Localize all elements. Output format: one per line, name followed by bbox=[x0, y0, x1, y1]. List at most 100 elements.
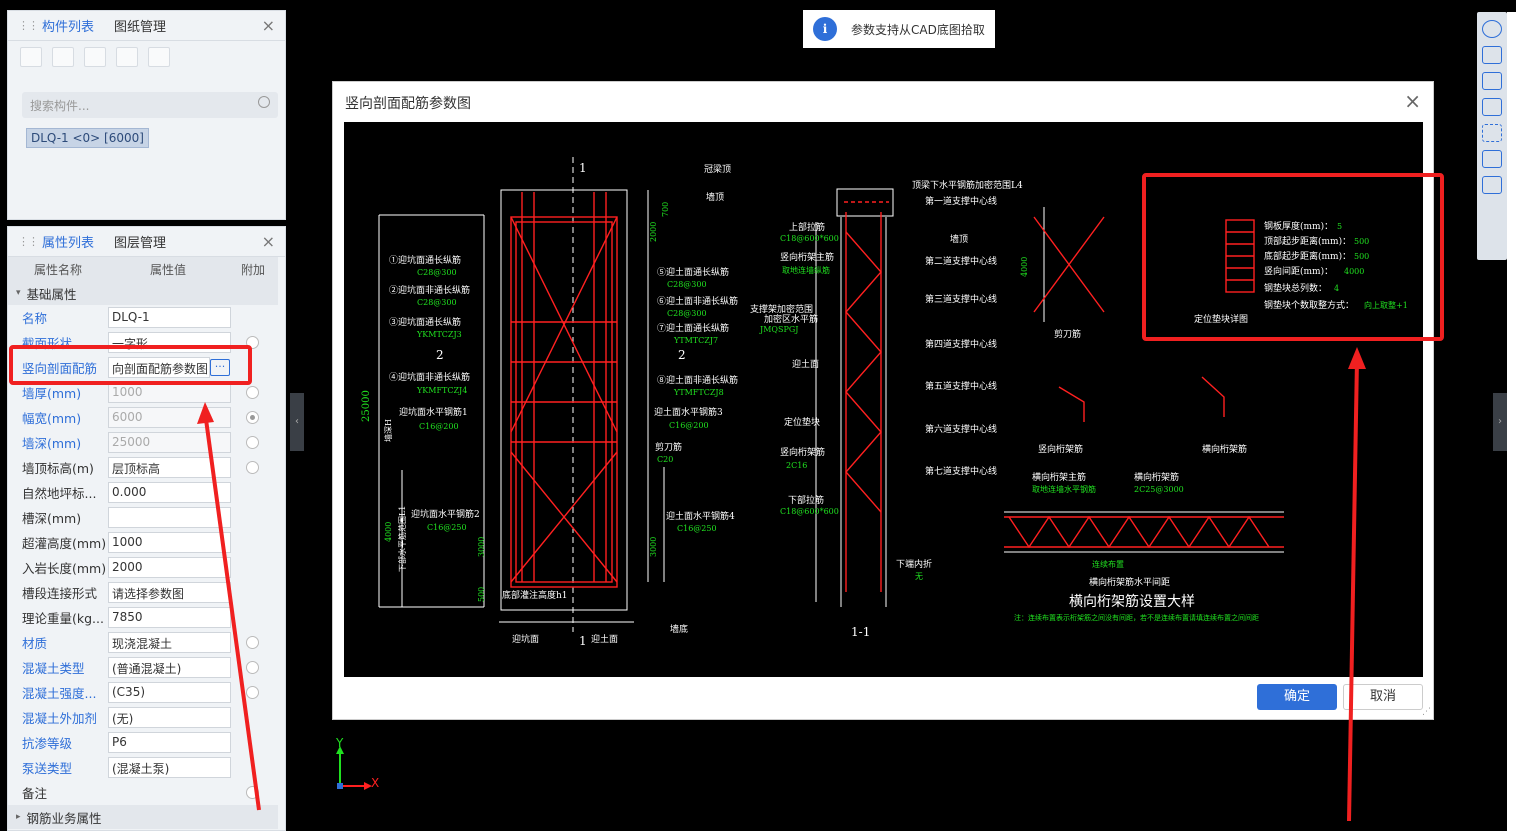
cad-dim: 4000 bbox=[384, 522, 393, 542]
cad-value: 2C25@3000 bbox=[1134, 485, 1184, 494]
collapse-right-handle[interactable]: › bbox=[1493, 393, 1507, 451]
search-placeholder: 搜索构件... bbox=[30, 99, 90, 113]
annotation-arrow-left bbox=[197, 402, 261, 811]
cad-label: ③迎坑面通长纵筋 bbox=[389, 316, 461, 328]
cad-dim: 3000 bbox=[477, 537, 486, 557]
cad-label: 底部灌注高度h1 bbox=[502, 589, 568, 601]
cad-label: 墙顶 bbox=[706, 191, 724, 203]
tab-layer-management[interactable]: 图层管理 bbox=[114, 232, 166, 251]
cad-dim: 2000 bbox=[649, 222, 658, 242]
cad-label: 迎土面水平钢筋3 bbox=[654, 406, 723, 418]
prop-name: 入岩长度(mm) bbox=[22, 561, 107, 576]
collapse-left-handle[interactable]: ‹ bbox=[290, 393, 304, 451]
list-icon[interactable] bbox=[1482, 176, 1502, 194]
cad-label: 竖向桁架筋 bbox=[780, 446, 825, 458]
cube-icon[interactable] bbox=[1482, 72, 1502, 90]
cad-label: 定位垫块 bbox=[784, 416, 820, 428]
drag-grip-icon[interactable]: ⋮⋮ bbox=[18, 235, 39, 248]
cad-label: 下部拉筋 bbox=[788, 494, 824, 506]
cad-label: 第六道支撑中心线 bbox=[925, 423, 997, 435]
header-name: 属性名称 bbox=[34, 262, 83, 277]
cad-label: ②迎坑面非通长纵筋 bbox=[389, 284, 470, 296]
prop-name: 抗渗等级 bbox=[22, 736, 73, 751]
prop-name: 墙厚(mm) bbox=[22, 386, 82, 401]
header-extra: 附加 bbox=[241, 262, 266, 277]
cad-label: 竖向桁架筋 bbox=[1038, 443, 1083, 455]
cad-label: 墙深H bbox=[383, 419, 393, 442]
copy-icon[interactable] bbox=[52, 47, 74, 67]
close-icon[interactable]: × bbox=[262, 232, 275, 251]
attach-radio[interactable] bbox=[246, 386, 259, 399]
window-edge bbox=[1507, 12, 1516, 831]
axis-x-label: X bbox=[371, 776, 380, 790]
cad-value: YKMTCZJ3 bbox=[416, 330, 462, 339]
prop-name: 槽深(mm) bbox=[22, 511, 82, 526]
tab-component-list[interactable]: 构件列表 bbox=[42, 16, 94, 35]
cad-title: 横向桁架筋设置大样 bbox=[1069, 593, 1195, 610]
info-toast: i 参数支持从CAD底图拾取 bbox=[803, 10, 995, 48]
save-icon[interactable] bbox=[116, 47, 138, 67]
search-icon[interactable] bbox=[258, 96, 270, 108]
cad-dim: 25000 bbox=[361, 390, 372, 422]
tab-drawing-management[interactable]: 图纸管理 bbox=[114, 16, 166, 35]
section-rebar-label: 钢筋业务属性 bbox=[26, 810, 102, 826]
search-input[interactable]: 搜索构件... bbox=[22, 92, 278, 118]
cad-label: 迎坑面水平钢筋2 bbox=[411, 508, 480, 520]
cad-value: 取地连墙纵筋 bbox=[782, 265, 830, 275]
cad-value: C20 bbox=[657, 455, 673, 464]
cad-value: YTMFTCZJ8 bbox=[673, 388, 724, 397]
cad-label: 墙顶 bbox=[950, 233, 968, 245]
cad-label: 1-1 bbox=[851, 625, 870, 639]
tab-property-list[interactable]: 属性列表 bbox=[42, 232, 94, 251]
cad-value: YKMFTCZJ4 bbox=[416, 386, 467, 395]
cad-label: 竖向桁架主筋 bbox=[780, 251, 834, 263]
more-icon[interactable] bbox=[148, 47, 170, 67]
cad-label: 第二道支撑中心线 bbox=[925, 255, 997, 267]
cad-label: 支撑架加密范围 bbox=[750, 303, 813, 315]
cad-value: YTMTCZJ7 bbox=[673, 336, 718, 345]
resize-grip-icon[interactable]: ⋰ bbox=[1422, 707, 1431, 717]
box-icon[interactable] bbox=[1482, 150, 1502, 168]
fit-view-icon[interactable] bbox=[1482, 124, 1502, 142]
component-item[interactable]: DLQ-1 <0> [6000] bbox=[26, 128, 149, 148]
cad-label: 顶梁下水平钢筋加密范围L4 bbox=[912, 179, 1023, 191]
delete-icon[interactable] bbox=[84, 47, 106, 67]
cad-label: 迎土面水平钢筋4 bbox=[666, 510, 735, 522]
prop-value[interactable]: DLQ-1 bbox=[108, 307, 231, 328]
dialog-title: 竖向剖面配筋参数图 bbox=[345, 96, 471, 112]
close-icon[interactable]: × bbox=[1404, 89, 1421, 113]
cad-label: 下部水平筋范围L1 bbox=[397, 506, 407, 572]
cad-dim: 4000 bbox=[1020, 257, 1029, 277]
cad-label: 迎土面 bbox=[792, 358, 819, 370]
cad-label: 加密区水平筋 bbox=[764, 313, 818, 325]
cad-value: C16@250 bbox=[427, 523, 467, 532]
scrollbar[interactable] bbox=[285, 267, 286, 807]
property-tabbar: ⋮⋮ 属性列表 图层管理 × bbox=[8, 227, 285, 257]
cad-label: 迎坑面 bbox=[512, 633, 539, 645]
cad-note: 注：连续布置表示桁架筋之间没有间距，若不是连续布置请填连续布置之间间距 bbox=[1014, 613, 1259, 622]
cad-label: 2 bbox=[678, 348, 686, 362]
close-icon[interactable]: × bbox=[262, 16, 275, 35]
confirm-button[interactable]: 确定 bbox=[1257, 684, 1337, 710]
cad-label: 冠梁顶 bbox=[704, 163, 731, 175]
cad-section-mark: 1 bbox=[579, 634, 587, 648]
prop-name: 泵送类型 bbox=[22, 761, 73, 776]
drag-grip-icon[interactable]: ⋮⋮ bbox=[18, 19, 39, 32]
orbit-icon[interactable] bbox=[1482, 20, 1502, 38]
section-basic-label: 基础属性 bbox=[26, 286, 77, 302]
cad-value: 取地连墙水平钢筋 bbox=[1032, 484, 1096, 494]
view-toolbar bbox=[1477, 12, 1507, 260]
section-basic[interactable]: ▾ 基础属性 bbox=[8, 281, 278, 305]
cad-label: 第一道支撑中心线 bbox=[925, 195, 997, 207]
view-3d-icon[interactable] bbox=[1482, 46, 1502, 64]
prop-name: 名称 bbox=[22, 311, 48, 326]
prop-name: 自然地坪标... bbox=[22, 486, 97, 501]
info-icon: i bbox=[813, 17, 837, 41]
cad-label: 2 bbox=[436, 348, 444, 362]
new-icon[interactable] bbox=[20, 47, 42, 67]
cad-label: 第三道支撑中心线 bbox=[925, 293, 997, 305]
cube-solid-icon[interactable] bbox=[1482, 98, 1502, 116]
cad-label: 横向桁架筋 bbox=[1134, 471, 1179, 483]
cad-value: 无 bbox=[915, 572, 923, 581]
prop-name: 墙深(mm) bbox=[22, 436, 82, 451]
